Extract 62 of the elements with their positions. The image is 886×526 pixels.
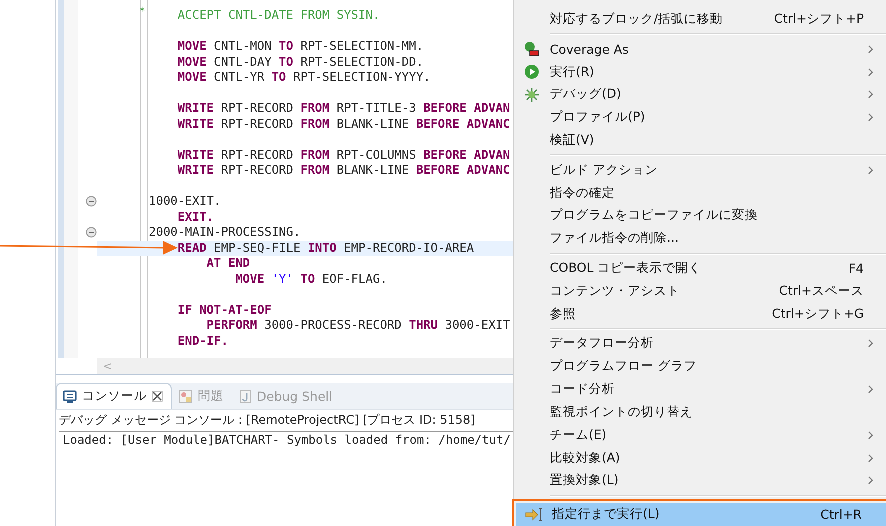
comment-indicator: *	[139, 6, 146, 18]
menu-item[interactable]: 実行(R)	[514, 60, 886, 84]
code-line: WRITE RPT-RECORD FROM BLANK-LINE BEFORE ADVANC	[176, 163, 510, 178]
chevron-right-icon	[868, 385, 874, 394]
menu-item[interactable]: 比較対象(A)	[514, 446, 886, 470]
code-line: 2000-MAIN-PROCESSING.	[148, 225, 301, 240]
chevron-right-icon	[868, 68, 874, 77]
chevron-right-icon	[868, 430, 874, 440]
menu-item[interactable]: 監視ポイントの切り替え	[514, 401, 886, 424]
code-line: MOVE CNTL-MON TO RPT-SELECTION-MM.	[176, 39, 424, 54]
console-icon	[63, 390, 77, 404]
code-line: MOVE CNTL-DAY TO RPT-SELECTION-DD.	[176, 54, 424, 70]
run-to-line-icon	[525, 508, 543, 522]
code-line: WRITE RPT-RECORD FROM RPT-COLUMNS BEFORE ADVAN	[176, 148, 510, 163]
problems-icon	[179, 390, 193, 404]
menu-item[interactable]: Coverage As	[514, 38, 886, 61]
code-line: WRITE RPT-RECORD FROM BLANK-LINE BEFORE ADVANC	[176, 116, 510, 132]
comment-line: ACCEPT CNTL-DATE FROM SYSIN.	[176, 8, 380, 24]
coverage-icon	[524, 41, 540, 58]
menu-item[interactable]: チーム(E)	[514, 424, 886, 447]
code-line: EXIT.	[176, 210, 214, 225]
menu-item[interactable]: デバッグ(D)	[514, 83, 886, 106]
menu-item[interactable]: COBOL コピー表示で開く F4	[514, 257, 886, 280]
console-title: デバッグ メッセージ コンソール : [RemoteProjectRC] [プロセス ID: 5158]	[59, 412, 513, 432]
menu-item[interactable]: 検証(V)	[514, 129, 886, 152]
menu-item[interactable]: プログラムフロー グラフ	[514, 355, 886, 378]
chevron-right-icon	[868, 90, 874, 100]
menu-item[interactable]: コンテンツ・アシスト Ctrl+スペース	[514, 280, 886, 303]
collapse-icon[interactable]	[86, 227, 97, 238]
code-line: MOVE CNTL-YR TO RPT-SELECTION-YYYY.	[176, 70, 431, 86]
chevron-right-icon	[868, 113, 874, 122]
chevron-right-icon	[868, 476, 874, 486]
close-icon[interactable]	[152, 391, 163, 402]
menu-item[interactable]: ビルド アクション	[514, 158, 886, 182]
menu-item[interactable]: プログラムをコピーファイルに変換	[514, 204, 886, 228]
code-line: IF NOT-AT-EOF	[176, 302, 272, 318]
chevron-right-icon	[868, 44, 874, 54]
console-tab[interactable]: コンソール	[56, 383, 172, 409]
code-line: MOVE 'Y' TO EOF-FLAG.	[234, 272, 388, 287]
menu-item[interactable]: 参照 Ctrl+シフト+G	[514, 302, 886, 326]
bug-icon	[524, 86, 540, 103]
code-line: 1000-EXIT.	[148, 194, 222, 210]
code-line: PERFORM 3000-PROCESS-RECORD THRU 3000-EXIT	[206, 318, 510, 334]
chevron-right-icon	[868, 339, 874, 348]
menu-item[interactable]: データフロー分析	[514, 332, 886, 356]
code-line: AT END	[206, 256, 250, 272]
code-line: READ EMP-SEQ-FILE INTO EMP-RECORD-IO-AREA	[176, 240, 474, 256]
menu-item[interactable]: 指令の確定	[514, 182, 886, 205]
chevron-right-icon	[868, 454, 874, 463]
code-line: END-IF.	[176, 334, 228, 349]
menu-item[interactable]: 対応するブロック/括弧に移動 Ctrl+シフト+P	[514, 8, 886, 31]
run-icon	[524, 64, 540, 80]
menu-item[interactable]: ファイル指令の削除...	[514, 227, 886, 250]
code-line: WRITE RPT-RECORD FROM RPT-TITLE-3 BEFORE ADVAN	[176, 101, 510, 116]
chevron-right-icon	[868, 166, 874, 175]
collapse-icon[interactable]	[86, 196, 97, 208]
menu-item[interactable]: プロファイル(P)	[514, 106, 886, 130]
menu-item[interactable]: 置換対象(L)	[514, 470, 886, 492]
debug-shell-icon	[240, 390, 252, 404]
console-text: Loaded: [User Module]BATCHART- Symbols loaded from: /home/tut/	[62, 432, 512, 449]
menu-item[interactable]: コード分析	[514, 378, 886, 402]
menu-item[interactable]: 指定行まで実行(L) Ctrl+R	[516, 503, 886, 526]
